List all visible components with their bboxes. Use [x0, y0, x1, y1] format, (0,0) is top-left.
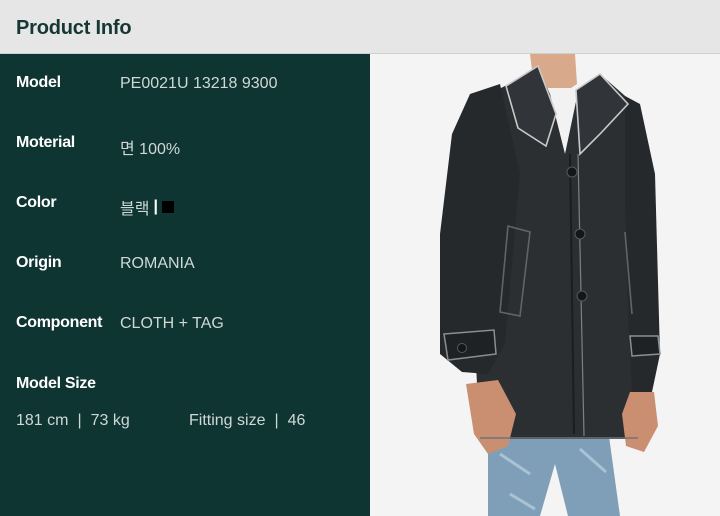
model-height: 181 cm	[16, 412, 69, 429]
origin-label: Origin	[16, 254, 62, 271]
model-wearing-coat-image	[440, 54, 661, 516]
fitting-size: Fitting size | 46	[189, 412, 305, 430]
fitting-separator: |	[274, 412, 279, 429]
color-separator: |	[153, 198, 158, 215]
material-label: Moterial	[16, 134, 75, 151]
page-title: Product Info	[16, 17, 132, 39]
right-cuff	[629, 335, 661, 357]
coat-button	[576, 290, 588, 302]
origin-value: ROMANIA	[120, 255, 195, 272]
component-value: CLOTH + TAG	[120, 315, 224, 332]
color-name: 블랙	[120, 201, 150, 218]
material-value: 면 100%	[120, 141, 181, 158]
fitting-size-label: Fitting size	[189, 412, 266, 429]
component-label: Component	[16, 314, 103, 331]
coat-button	[566, 166, 578, 178]
header-bar: Product Info	[0, 0, 720, 54]
model-weight: 73 kg	[90, 412, 130, 429]
product-photo	[370, 54, 720, 516]
color-label: Color	[16, 194, 57, 211]
model-size-title: Model Size	[16, 375, 96, 392]
color-swatch	[161, 201, 174, 213]
fitting-size-value: 46	[287, 412, 306, 429]
right-hand	[622, 392, 658, 452]
cuff-button	[457, 343, 467, 353]
left-cuff	[443, 329, 497, 361]
measurement-separator: |	[77, 412, 82, 429]
product-info-page: Product Info Model PE0021U 13218 9300 Mo…	[0, 0, 720, 516]
model-measurements: 181 cm | 73 kg	[16, 412, 130, 430]
coat-button	[574, 228, 586, 240]
model-value: PE0021U 13218 9300	[120, 75, 278, 92]
model-label: Model	[16, 74, 61, 91]
product-info-panel: Model PE0021U 13218 9300 Moterial 면 100%…	[0, 54, 370, 516]
color-value: 블랙 |	[120, 195, 174, 219]
